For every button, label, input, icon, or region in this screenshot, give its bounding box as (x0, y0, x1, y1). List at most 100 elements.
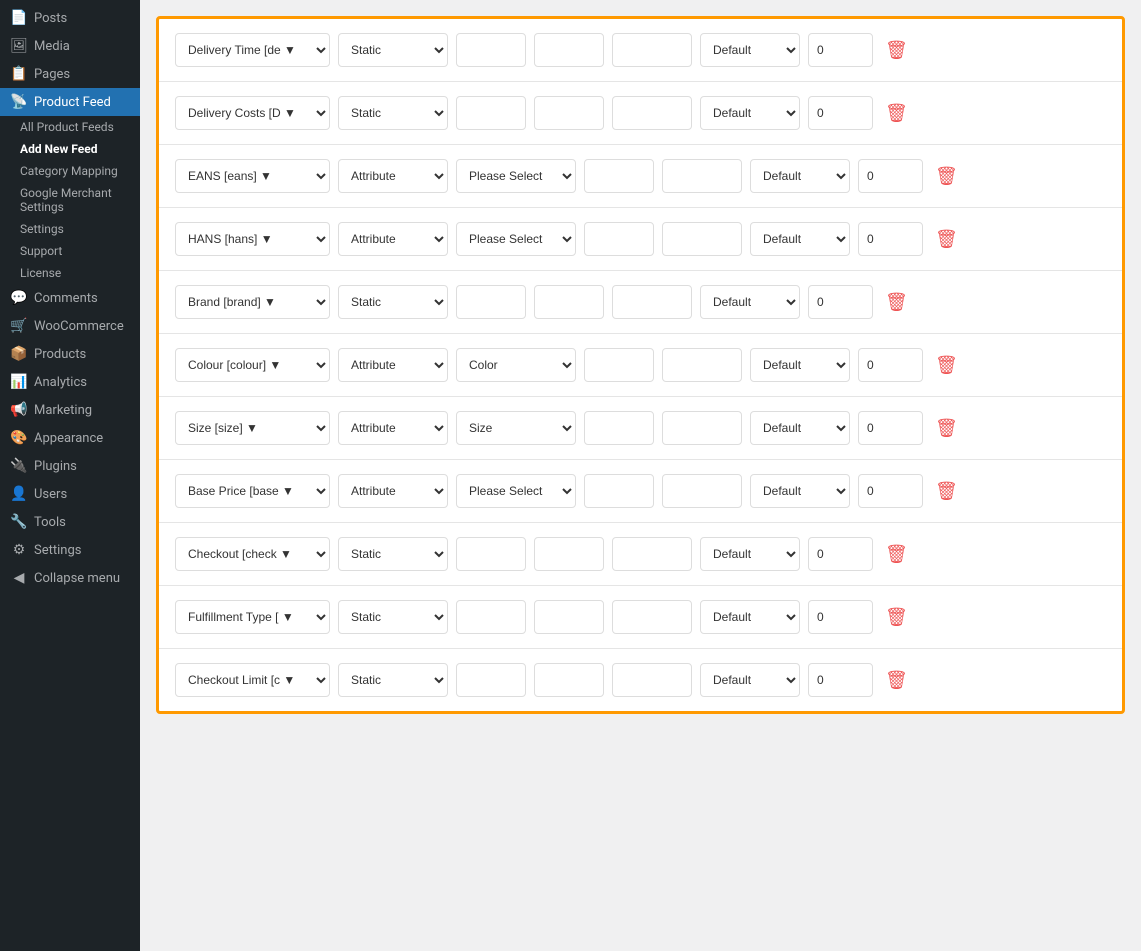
default-select[interactable]: Default (700, 537, 800, 571)
default-select[interactable]: Default (750, 222, 850, 256)
default-select[interactable]: Default (750, 159, 850, 193)
value-select[interactable]: Please Select (456, 159, 576, 193)
value-input[interactable] (456, 663, 526, 697)
field-name-select[interactable]: HANS [hans] ▼ (175, 222, 330, 256)
input-field-2[interactable] (662, 348, 742, 382)
default-select[interactable]: Default (750, 474, 850, 508)
type-select[interactable]: Static Attribute (338, 537, 448, 571)
value-input[interactable] (456, 600, 526, 634)
delete-button[interactable]: 🗑 (881, 540, 912, 569)
input-field-1[interactable] (584, 159, 654, 193)
type-select[interactable]: Static Attribute (338, 663, 448, 697)
input-field-1[interactable] (534, 537, 604, 571)
input-field-2[interactable] (662, 474, 742, 508)
number-input[interactable] (808, 285, 873, 319)
delete-button[interactable]: 🗑 (931, 351, 962, 380)
number-input[interactable] (858, 222, 923, 256)
sidebar-item-add-new-feed[interactable]: Add New Feed (10, 138, 140, 160)
input-field-1[interactable] (584, 474, 654, 508)
delete-button[interactable]: 🗑 (881, 666, 912, 695)
input-field-1[interactable] (534, 285, 604, 319)
delete-button[interactable]: 🗑 (881, 288, 912, 317)
type-select[interactable]: Static Attribute (338, 96, 448, 130)
input-field-1[interactable] (584, 348, 654, 382)
sidebar-item-products[interactable]: 📦 Products (0, 340, 140, 368)
number-input[interactable] (858, 348, 923, 382)
field-name-select[interactable]: Checkout Limit [c ▼ (175, 663, 330, 697)
field-name-select[interactable]: Base Price [base ▼ (175, 474, 330, 508)
field-name-select[interactable]: Delivery Costs [D ▼ (175, 96, 330, 130)
number-input[interactable] (858, 159, 923, 193)
input-field-1[interactable] (534, 33, 604, 67)
input-field-1[interactable] (584, 222, 654, 256)
field-name-select[interactable]: Size [size] ▼ (175, 411, 330, 445)
value-select[interactable]: Color (456, 348, 576, 382)
input-field-2[interactable] (612, 537, 692, 571)
default-select[interactable]: Default (700, 96, 800, 130)
value-input[interactable] (456, 537, 526, 571)
input-field-2[interactable] (662, 222, 742, 256)
sidebar-item-analytics[interactable]: 📊 Analytics (0, 368, 140, 396)
type-select[interactable]: Static Attribute (338, 600, 448, 634)
field-name-select[interactable]: Checkout [check ▼ (175, 537, 330, 571)
input-field-2[interactable] (612, 285, 692, 319)
sidebar-item-settings[interactable]: ⚙ Settings (0, 536, 140, 564)
input-field-1[interactable] (584, 411, 654, 445)
delete-button[interactable]: 🗑 (881, 603, 912, 632)
input-field-2[interactable] (612, 96, 692, 130)
sidebar-item-appearance[interactable]: 🎨 Appearance (0, 424, 140, 452)
default-select[interactable]: Default (750, 348, 850, 382)
input-field-1[interactable] (534, 96, 604, 130)
sidebar-item-settings-sub[interactable]: Settings (10, 218, 140, 240)
delete-button[interactable]: 🗑 (881, 36, 912, 65)
sidebar-item-pages[interactable]: 📋 Pages (0, 60, 140, 88)
sidebar-item-google-merchant[interactable]: Google Merchant Settings (10, 182, 140, 218)
default-select[interactable]: Default (700, 285, 800, 319)
sidebar-item-support[interactable]: Support (10, 240, 140, 262)
default-select[interactable]: Default (700, 600, 800, 634)
number-input[interactable] (808, 33, 873, 67)
delete-button[interactable]: 🗑 (931, 414, 962, 443)
value-input[interactable] (456, 285, 526, 319)
sidebar-item-collapse[interactable]: ◀ Collapse menu (0, 564, 140, 592)
type-select[interactable]: Static Attribute (338, 348, 448, 382)
input-field-2[interactable] (612, 663, 692, 697)
delete-button[interactable]: 🗑 (931, 477, 962, 506)
default-select[interactable]: Default (700, 663, 800, 697)
field-name-select[interactable]: Fulfillment Type [ ▼ (175, 600, 330, 634)
sidebar-item-marketing[interactable]: 📢 Marketing (0, 396, 140, 424)
number-input[interactable] (808, 96, 873, 130)
type-select[interactable]: Static Attribute (338, 159, 448, 193)
sidebar-item-category-mapping[interactable]: Category Mapping (10, 160, 140, 182)
sidebar-item-woocommerce[interactable]: 🛒 WooCommerce (0, 312, 140, 340)
sidebar-item-tools[interactable]: 🔧 Tools (0, 508, 140, 536)
value-select[interactable]: Please Select (456, 474, 576, 508)
default-select[interactable]: Default (750, 411, 850, 445)
input-field-1[interactable] (534, 663, 604, 697)
field-name-select[interactable]: EANS [eans] ▼ (175, 159, 330, 193)
value-select[interactable]: Please Select (456, 222, 576, 256)
number-input[interactable] (808, 663, 873, 697)
field-name-select[interactable]: Brand [brand] ▼ (175, 285, 330, 319)
sidebar-item-media[interactable]: 🖼 Media (0, 32, 140, 60)
number-input[interactable] (858, 474, 923, 508)
number-input[interactable] (858, 411, 923, 445)
sidebar-item-all-feeds[interactable]: All Product Feeds (10, 116, 140, 138)
sidebar-item-users[interactable]: 👤 Users (0, 480, 140, 508)
input-field-2[interactable] (662, 159, 742, 193)
type-select[interactable]: Static Attribute (338, 411, 448, 445)
type-select[interactable]: Static Attribute (338, 222, 448, 256)
type-select[interactable]: Static Attribute (338, 33, 448, 67)
input-field-2[interactable] (612, 33, 692, 67)
sidebar-item-comments[interactable]: 💬 Comments (0, 284, 140, 312)
value-select[interactable]: Size (456, 411, 576, 445)
value-input[interactable] (456, 96, 526, 130)
input-field-1[interactable] (534, 600, 604, 634)
type-select[interactable]: Static Attribute (338, 285, 448, 319)
default-select[interactable]: Default (700, 33, 800, 67)
sidebar-item-license[interactable]: License (10, 262, 140, 284)
field-name-select[interactable]: Delivery Time [de ▼ (175, 33, 330, 67)
sidebar-item-product-feed[interactable]: 📡 Product Feed (0, 88, 140, 116)
delete-button[interactable]: 🗑 (881, 99, 912, 128)
delete-button[interactable]: 🗑 (931, 225, 962, 254)
